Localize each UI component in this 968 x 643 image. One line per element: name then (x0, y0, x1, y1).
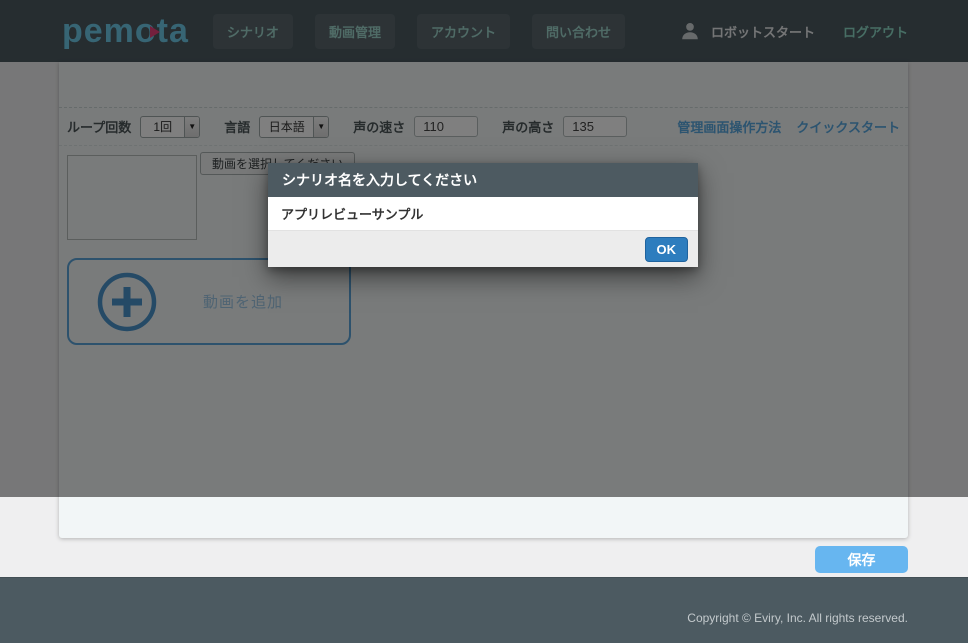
ok-button[interactable]: OK (645, 237, 689, 262)
scenario-name-modal: シナリオ名を入力してください OK (268, 163, 698, 267)
copyright-text: Copyright © Eviry, Inc. All rights reser… (687, 611, 908, 625)
modal-header: シナリオ名を入力してください (268, 163, 698, 197)
modal-body (268, 197, 698, 231)
save-button[interactable]: 保存 (815, 546, 908, 573)
scenario-name-input[interactable] (268, 197, 698, 230)
app-root: pemota シナリオ 動画管理 アカウント 問い合わせ ロボットスタート ログ… (0, 0, 968, 643)
modal-footer: OK (268, 231, 698, 267)
modal-title: シナリオ名を入力してください (282, 170, 477, 190)
page-footer: Copyright © Eviry, Inc. All rights reser… (0, 577, 968, 643)
